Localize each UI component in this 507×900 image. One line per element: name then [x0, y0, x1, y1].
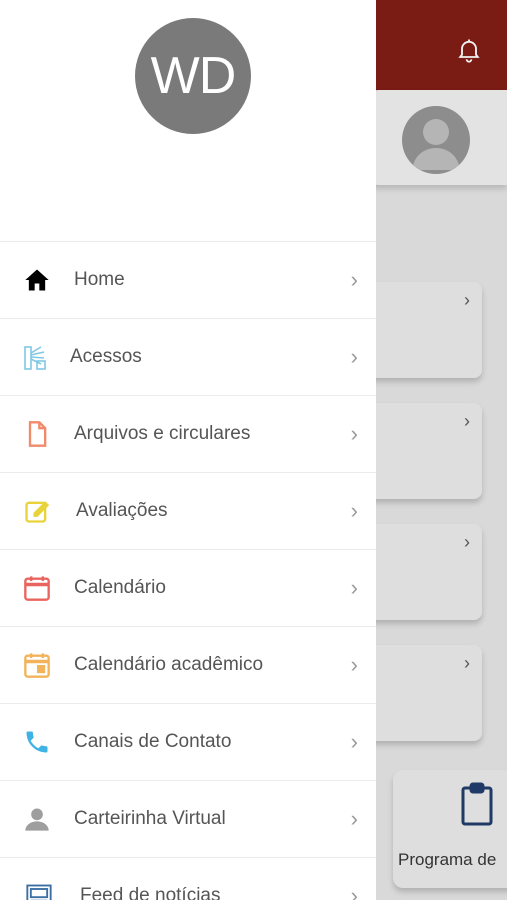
calendar-icon	[22, 573, 52, 603]
drawer-menu: Home › Acessos › Arquivos e circulares ›…	[0, 241, 376, 900]
menu-item-feed-de-noticias[interactable]: Feed de notícias ›	[0, 857, 376, 900]
person-icon	[22, 804, 52, 834]
menu-item-label: Acessos	[70, 346, 142, 367]
menu-item-label: Home	[74, 269, 125, 290]
profile-avatar-icon	[402, 106, 470, 174]
menu-item-carteirinha-virtual[interactable]: Carteirinha Virtual ›	[0, 780, 376, 857]
edit-icon	[22, 496, 52, 526]
chevron-right-icon: ›	[350, 421, 358, 446]
notification-bell-icon[interactable]	[455, 36, 483, 64]
menu-item-label: Arquivos e circulares	[74, 423, 251, 444]
news-icon	[24, 881, 54, 900]
clipboard-icon	[460, 782, 494, 826]
program-card[interactable]: Programa de	[393, 770, 507, 888]
menu-item-label: Carteirinha Virtual	[74, 808, 226, 829]
menu-item-label: Feed de notícias	[80, 885, 221, 900]
chevron-right-icon: ›	[350, 267, 358, 292]
chevron-right-icon: ›	[350, 652, 358, 677]
chevron-right-icon: ›	[350, 883, 358, 900]
chevron-right-icon: ›	[350, 498, 358, 523]
dashboard-card[interactable]: ›	[360, 645, 482, 741]
menu-item-label: Canais de Contato	[74, 731, 232, 752]
document-icon	[22, 419, 52, 449]
menu-item-label: Calendário	[74, 577, 166, 598]
navigation-drawer: WD Home › Acessos › Arquivos e circulare…	[0, 0, 376, 900]
chevron-right-icon: ›	[350, 806, 358, 831]
menu-item-label: Calendário acadêmico	[74, 654, 264, 675]
phone-icon	[22, 727, 52, 757]
menu-item-acessos[interactable]: Acessos ›	[0, 318, 376, 395]
chevron-right-icon: ›	[350, 344, 358, 369]
menu-item-home[interactable]: Home ›	[0, 241, 376, 318]
user-avatar[interactable]: WD	[135, 18, 251, 134]
menu-item-avaliacoes[interactable]: Avaliações ›	[0, 472, 376, 549]
turnstile-icon	[22, 342, 52, 372]
home-icon	[22, 265, 52, 295]
dashboard-card[interactable]: ›	[360, 403, 482, 499]
menu-item-label: Avaliações	[76, 500, 168, 521]
chevron-right-icon: ›	[350, 729, 358, 754]
menu-item-canais-de-contato[interactable]: Canais de Contato ›	[0, 703, 376, 780]
menu-item-calendario[interactable]: Calendário ›	[0, 549, 376, 626]
menu-item-calendario-academico[interactable]: Calendário acadêmico ›	[0, 626, 376, 703]
calendar-event-icon	[22, 650, 52, 680]
dashboard-card[interactable]: ›	[360, 524, 482, 620]
program-card-label: Programa de	[398, 850, 497, 869]
dashboard-card[interactable]: ›	[360, 282, 482, 378]
menu-item-arquivos[interactable]: Arquivos e circulares ›	[0, 395, 376, 472]
chevron-right-icon: ›	[350, 575, 358, 600]
